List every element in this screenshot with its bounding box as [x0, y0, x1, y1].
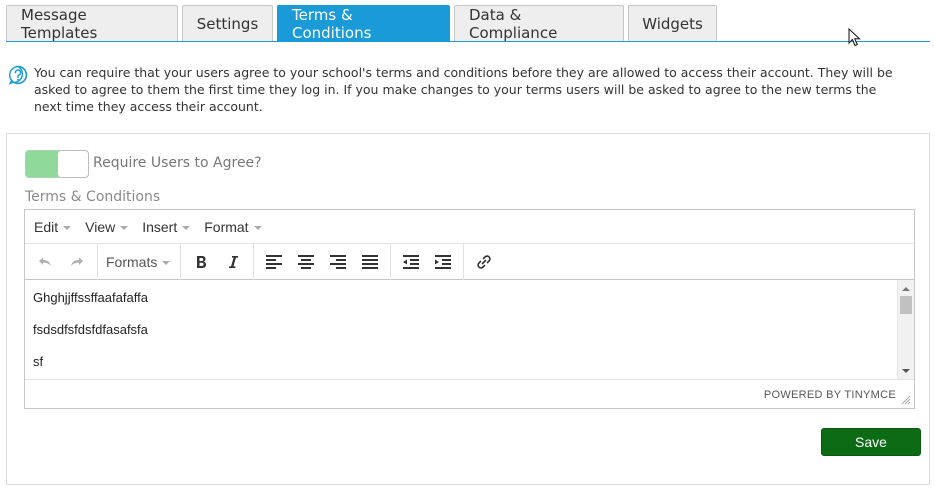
scroll-up-arrow-icon[interactable] [902, 287, 910, 291]
menu-insert[interactable]: Insert [142, 218, 191, 235]
tab-underline [6, 41, 930, 42]
insert-link-button[interactable] [468, 247, 500, 277]
content-line: fsdsdfsfdsfdfasafsfa [33, 322, 148, 337]
menu-format-label: Format [204, 218, 249, 235]
info-message: You can require that your users agree to… [8, 64, 908, 115]
italic-icon [229, 255, 239, 268]
caret-down-icon [120, 225, 129, 230]
alignment-group [254, 243, 392, 280]
scroll-down-arrow-icon[interactable] [902, 369, 910, 373]
editor-menubar: Edit View Insert Format [25, 210, 914, 244]
indent-icon [435, 254, 452, 269]
editor-content-area[interactable]: Ghghjjffssffaafafaffa fsdsdfsfdsfdfasafs… [25, 280, 914, 380]
menu-edit[interactable]: Edit [34, 218, 72, 235]
undo-icon [39, 257, 51, 266]
editor-statusbar: POWERED BY TINYMCE [25, 380, 914, 408]
menu-edit-label: Edit [34, 218, 59, 235]
help-circle-icon [8, 65, 28, 85]
italic-button[interactable] [217, 247, 249, 277]
terms-panel: Require Users to Agree? Terms & Conditio… [6, 133, 930, 485]
link-icon [477, 254, 492, 269]
menu-view[interactable]: View [85, 218, 129, 235]
info-text: You can require that your users agree to… [34, 65, 893, 114]
align-left-button[interactable] [258, 247, 290, 277]
bold-button[interactable] [185, 247, 217, 277]
rich-text-editor: Edit View Insert Format Formats Ghghjjff… [24, 209, 915, 409]
editor-scrollbar[interactable] [897, 280, 914, 379]
menu-format[interactable]: Format [204, 218, 262, 235]
tab-widgets[interactable]: Widgets [628, 5, 717, 42]
terms-field-label: Terms & Conditions [25, 189, 161, 205]
caret-down-icon [182, 225, 191, 230]
caret-down-icon [63, 225, 72, 230]
mouse-cursor-icon [848, 28, 861, 47]
redo-icon [71, 257, 83, 266]
align-justify-button[interactable] [354, 247, 386, 277]
settings-tabs: Message Templates Settings Terms & Condi… [6, 5, 721, 42]
content-line: Ghghjjffssffaafafaffa [33, 290, 148, 305]
caret-down-icon [162, 260, 171, 265]
text-style-group [181, 243, 255, 280]
align-right-icon [330, 254, 347, 269]
formats-label: Formats [106, 253, 158, 270]
outdent-icon [403, 254, 420, 269]
save-button[interactable]: Save [821, 428, 921, 456]
undo-button[interactable] [29, 247, 61, 277]
resize-handle-icon[interactable] [901, 395, 911, 405]
editor-toolbar: Formats [25, 243, 914, 280]
tab-settings[interactable]: Settings [182, 5, 273, 42]
scroll-thumb[interactable] [900, 296, 912, 314]
indent-button[interactable] [427, 247, 459, 277]
align-justify-icon [362, 254, 379, 269]
toggle-knob [57, 150, 89, 178]
tab-data-compliance[interactable]: Data & Compliance [454, 5, 624, 42]
align-center-button[interactable] [290, 247, 322, 277]
redo-button[interactable] [61, 247, 93, 277]
indent-group [391, 243, 465, 280]
link-group [464, 244, 504, 280]
powered-by-tinymce[interactable]: POWERED BY TINYMCE [764, 389, 896, 401]
require-agree-label: Require Users to Agree? [93, 155, 262, 171]
tab-terms-conditions[interactable]: Terms & Conditions [277, 5, 450, 42]
formats-dropdown[interactable]: Formats [102, 247, 176, 277]
tab-message-templates[interactable]: Message Templates [6, 5, 178, 42]
menu-insert-label: Insert [142, 218, 178, 235]
align-center-icon [298, 254, 315, 269]
content-line: sf [33, 354, 44, 369]
menu-view-label: View [85, 218, 116, 235]
align-left-icon [266, 254, 283, 269]
require-agree-toggle[interactable] [25, 150, 89, 178]
outdent-button[interactable] [395, 247, 427, 277]
align-right-button[interactable] [322, 247, 354, 277]
formats-group: Formats [98, 243, 182, 280]
bold-icon [197, 255, 207, 268]
caret-down-icon [253, 225, 262, 230]
history-group [25, 243, 98, 280]
